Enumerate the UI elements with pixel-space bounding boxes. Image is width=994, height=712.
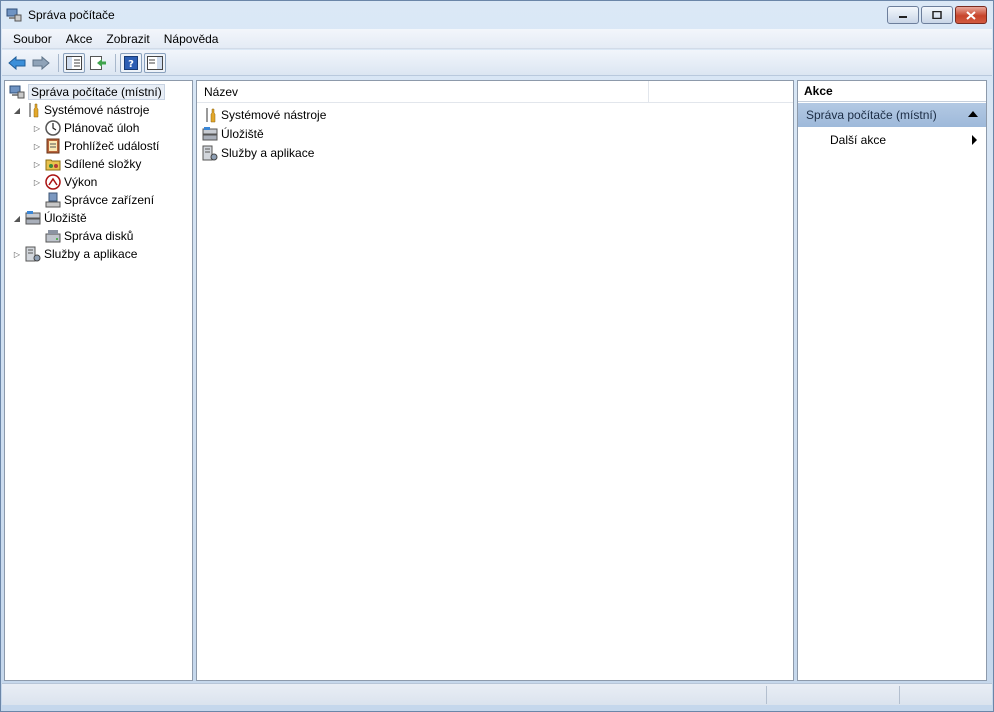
title-bar[interactable]: Správa počítače — [1, 1, 993, 29]
tree-item-device-manager[interactable]: Správce zařízení — [43, 191, 154, 209]
navigation-tree[interactable]: Správa počítače (místní) ◢ Systémové nás… — [4, 80, 193, 681]
performance-icon — [45, 174, 61, 190]
back-button[interactable] — [6, 53, 28, 73]
clock-icon — [45, 120, 61, 136]
tree-item-label: Správce zařízení — [64, 193, 155, 207]
minimize-button[interactable] — [887, 6, 919, 24]
tree-item-label: Systémové nástroje — [44, 103, 150, 117]
show-hide-action-pane-icon — [147, 55, 163, 70]
list-item[interactable]: Služby a aplikace — [202, 144, 314, 162]
tree-item-label: Výkon — [64, 175, 98, 189]
toolbar-separator — [58, 53, 59, 72]
close-icon — [966, 10, 976, 20]
tree-item-storage[interactable]: ◢ Úložiště — [11, 209, 87, 227]
menu-akce[interactable]: Akce — [59, 30, 100, 48]
more-actions-item[interactable]: Další akce — [798, 130, 986, 150]
tree-item-performance[interactable]: ▷ Výkon — [31, 173, 97, 191]
tools-icon — [202, 107, 218, 123]
tree-item-label: Úložiště — [44, 211, 87, 225]
export-list-icon — [90, 55, 106, 70]
services-icon — [202, 145, 218, 161]
more-actions-label: Další akce — [830, 133, 887, 147]
services-icon — [25, 246, 41, 262]
collapse-arrow-icon[interactable]: ◢ — [11, 214, 23, 223]
menu-napoveda[interactable]: Nápověda — [157, 30, 226, 48]
tree-item-services-apps[interactable]: ▷ Služby a aplikace — [11, 245, 137, 263]
expand-arrow-icon[interactable]: ▷ — [31, 160, 43, 169]
actions-pane: Akce Správa počítače (místní) Další akce — [797, 80, 987, 681]
column-header-name[interactable]: Název — [197, 81, 649, 103]
tree-item-label: Sdílené složky — [64, 157, 142, 171]
tree-item-disk-management[interactable]: Správa disků — [43, 227, 133, 245]
tree-item-system-tools[interactable]: ◢ Systémové nástroje — [11, 101, 149, 119]
computer-management-window: Správa počítače Soubor Akce Zobrazit Náp… — [0, 0, 994, 712]
toolbar: ? — [2, 50, 992, 76]
disk-management-icon — [45, 228, 61, 244]
toolbar-separator — [115, 53, 116, 72]
tree-item-label: Správa disků — [64, 229, 134, 243]
expand-arrow-icon[interactable]: ▷ — [31, 124, 43, 133]
submenu-arrow-icon — [972, 135, 977, 145]
tree-item-shared-folders[interactable]: ▷ Sdílené složky — [31, 155, 141, 173]
close-button[interactable] — [955, 6, 987, 24]
show-hide-action-pane-button[interactable] — [144, 52, 166, 73]
computer-management-icon — [9, 84, 25, 100]
tools-icon — [25, 102, 41, 118]
list-item-label: Systémové nástroje — [221, 108, 327, 122]
event-log-icon — [45, 138, 61, 154]
actions-header: Akce — [798, 81, 986, 102]
window-title: Správa počítače — [28, 8, 115, 22]
list-item[interactable]: Systémové nástroje — [202, 106, 326, 124]
tree-item-label: Služby a aplikace — [44, 247, 138, 261]
expand-arrow-icon[interactable]: ▷ — [31, 178, 43, 187]
tree-item-event-viewer[interactable]: ▷ Prohlížeč událostí — [31, 137, 159, 155]
list-item-label: Služby a aplikace — [221, 146, 315, 160]
tree-item-root[interactable]: Správa počítače (místní) — [7, 83, 165, 101]
back-arrow-icon — [8, 55, 26, 70]
menu-soubor[interactable]: Soubor — [6, 30, 59, 48]
shared-folder-icon — [45, 156, 61, 172]
collapse-triangle-icon[interactable] — [968, 111, 978, 117]
tree-item-label: Plánovač úloh — [64, 121, 140, 135]
help-icon: ? — [124, 55, 138, 70]
forward-button[interactable] — [30, 53, 52, 73]
tree-item-label: Správa počítače (místní) — [28, 84, 165, 100]
status-separator — [766, 686, 767, 704]
help-button[interactable]: ? — [120, 52, 142, 73]
status-bar — [2, 683, 992, 705]
storage-icon — [25, 210, 41, 226]
list-item[interactable]: Úložiště — [202, 125, 264, 143]
list-item-label: Úložiště — [221, 127, 264, 141]
menu-zobrazit[interactable]: Zobrazit — [99, 30, 156, 48]
storage-icon — [202, 126, 218, 142]
tree-item-task-scheduler[interactable]: ▷ Plánovač úloh — [31, 119, 139, 137]
menu-bar: Soubor Akce Zobrazit Nápověda — [2, 29, 992, 49]
svg-text:?: ? — [128, 59, 134, 70]
actions-group-header[interactable]: Správa počítače (místní) — [798, 103, 986, 127]
maximize-button[interactable] — [921, 6, 953, 24]
device-manager-icon — [45, 192, 61, 208]
forward-arrow-icon — [32, 55, 50, 70]
actions-group-label: Správa počítače (místní) — [806, 108, 937, 122]
results-list[interactable]: Název Systémové nástroje Úložiště Služby… — [196, 80, 794, 681]
collapse-arrow-icon[interactable]: ◢ — [11, 106, 23, 115]
show-hide-tree-button[interactable] — [63, 52, 85, 73]
export-list-button[interactable] — [87, 53, 109, 73]
list-header: Název — [197, 81, 793, 103]
status-separator — [899, 686, 900, 704]
computer-management-icon — [6, 7, 22, 23]
minimize-icon — [899, 16, 907, 18]
maximize-icon — [932, 11, 942, 19]
expand-arrow-icon[interactable]: ▷ — [31, 142, 43, 151]
expand-arrow-icon[interactable]: ▷ — [11, 250, 23, 259]
tree-item-label: Prohlížeč událostí — [64, 139, 160, 153]
show-hide-tree-icon — [66, 55, 82, 70]
